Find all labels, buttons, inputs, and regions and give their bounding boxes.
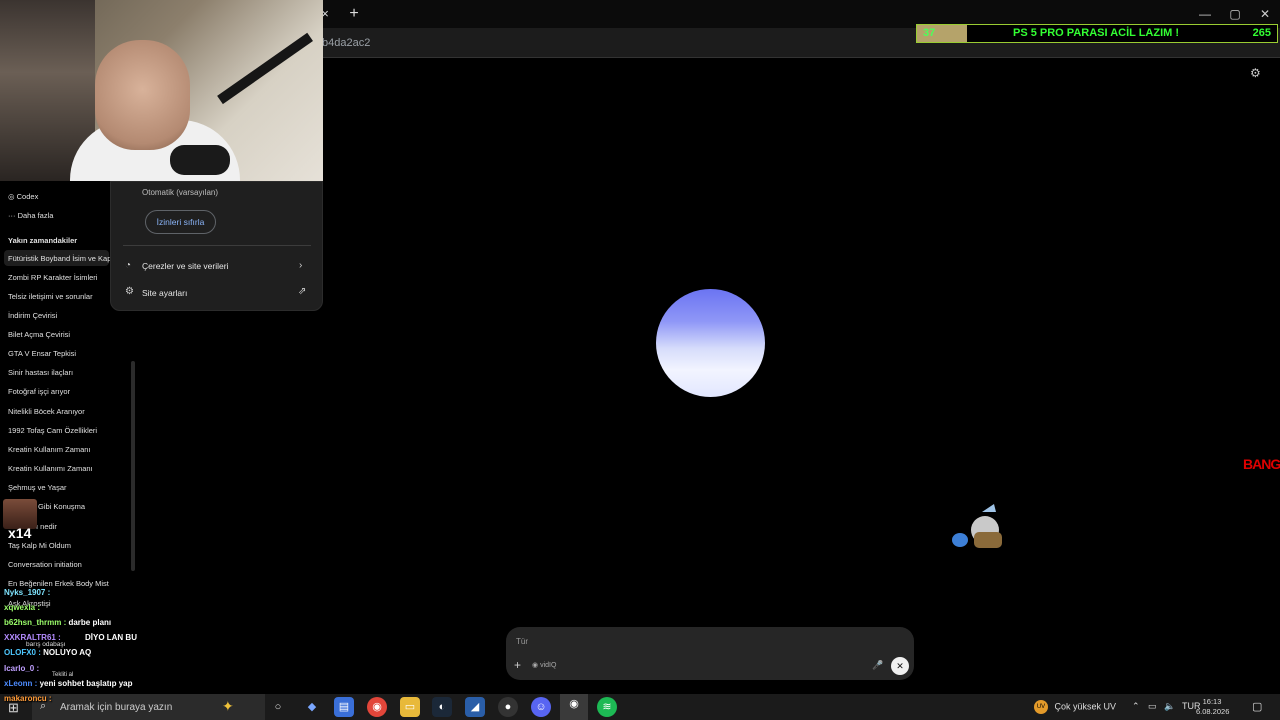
webcam-mic-arm: [217, 32, 313, 105]
recent-item[interactable]: Kreatin Kullanım Zamanı: [8, 445, 91, 454]
recent-item[interactable]: Telsiz iletişimi ve sorunlar: [8, 292, 93, 301]
reset-permissions-button[interactable]: İzinleri sıfırla: [145, 210, 216, 234]
sparkle-icon: ✦: [222, 698, 234, 714]
chrome-active-icon[interactable]: ◉: [560, 694, 588, 720]
recent-item[interactable]: 1992 Tofaş Cam Özellikleri: [8, 426, 97, 435]
cookies-label: Çerezler ve site verileri: [142, 261, 229, 271]
donation-current: 37: [923, 27, 936, 39]
task-view-icon[interactable]: ○: [268, 697, 288, 717]
chat-message: Nyks_1907 :: [4, 588, 51, 597]
app-icon[interactable]: ◆: [302, 697, 322, 717]
stream-chat-overlay: Nyks_1907 : xqwexla : b62hsn_thrmm : dar…: [0, 585, 140, 695]
external-link-icon: ⇗: [298, 286, 307, 297]
clock[interactable]: 16:13 6.08.2026: [1196, 697, 1230, 717]
chat-message: b62hsn_thrmm : darbe planı: [4, 618, 112, 627]
recent-item[interactable]: Nitelikli Böcek Aranıyor: [8, 407, 85, 416]
gear-icon: ⚙: [125, 286, 134, 297]
chat-message: xqwexla :: [4, 603, 41, 612]
recent-heading: Yakın zamandakiler: [8, 236, 78, 245]
add-attachment-button[interactable]: +: [514, 658, 521, 672]
windows-taskbar: ⊞ ⌕ Aramak için buraya yazın ✦ ○ ◆ ▤ ◉ ▭…: [0, 694, 1280, 720]
weather-widget[interactable]: UV Çok yüksek UV: [1034, 700, 1116, 714]
chat-message: makaroncu :: [4, 694, 52, 703]
sidebar-item-codex[interactable]: ◎ Codex: [8, 192, 38, 201]
stop-button[interactable]: ✕: [891, 657, 909, 675]
recent-item[interactable]: Conversation initiation: [8, 560, 82, 569]
taskbar-search-placeholder: Aramak için buraya yazın: [60, 702, 173, 713]
recent-item[interactable]: İndirim Çevirisi: [8, 311, 57, 320]
donation-goal: 265: [1252, 27, 1271, 39]
chat-message: XXKRALTR61 : DİYO LAN BU: [4, 633, 137, 642]
folder-icon[interactable]: ▭: [400, 697, 420, 717]
prompt-input[interactable]: Tür + ◉ vidIQ 🎤 ✕: [506, 627, 914, 680]
spotify-icon[interactable]: ≋: [597, 697, 617, 717]
chat-message: Icarlo_0 :: [4, 664, 40, 673]
more-icon: ···: [8, 211, 18, 220]
recent-item[interactable]: Fotoğraf işçi arıyor: [8, 387, 70, 396]
recent-item[interactable]: Fütüristik Boyband İsim ve Kap: [8, 254, 111, 263]
permission-mode-text: Otomatik (varsayılan): [142, 188, 219, 197]
webcam-person-head: [95, 40, 190, 150]
vidiq-chip[interactable]: ◉ vidIQ: [532, 661, 556, 669]
close-window-button[interactable]: ✕: [1250, 4, 1280, 24]
chat-small-note: barış odabaşı: [26, 641, 66, 648]
network-icon[interactable]: ▭: [1148, 701, 1157, 712]
recent-item[interactable]: Taş Kalp Mi Oldum: [8, 541, 71, 550]
donation-goal-bar: 37 PS 5 PRO PARASI ACİL LAZIM ! 265: [916, 24, 1278, 43]
cookie-icon: ◔: [125, 260, 132, 271]
donation-title: PS 5 PRO PARASI ACİL LAZIM !: [1013, 27, 1180, 39]
recent-item[interactable]: Gibi Konuşma: [38, 502, 85, 511]
recent-item[interactable]: GTA V Ensar Tepkisi: [8, 349, 76, 358]
sidebar-scrollbar[interactable]: [131, 361, 135, 571]
screen: × + — ▢ ✕ b4da2ac2 ⚙ ◎ Codex ··· Daha fa…: [0, 0, 1280, 720]
steam-icon[interactable]: ◐: [432, 697, 452, 717]
sidebar-item-more[interactable]: ··· Daha fazla: [8, 211, 53, 220]
chat-message: xLeonn : yeni sohbet başlatıp yap: [4, 679, 133, 688]
store-icon[interactable]: ▤: [334, 697, 354, 717]
discord-icon[interactable]: ☺: [531, 697, 551, 717]
restore-button[interactable]: ▢: [1220, 4, 1250, 24]
chevron-up-icon[interactable]: ⌃: [1132, 701, 1140, 712]
recent-item[interactable]: Zombi RP Karakter İsimleri: [8, 273, 97, 282]
tune-icon[interactable]: ⚙: [1250, 66, 1261, 80]
clock-time: 16:13: [1202, 697, 1222, 706]
divider: [123, 245, 311, 246]
clock-date: 6.08.2026: [1196, 707, 1230, 716]
webcam-microphone: [170, 145, 230, 175]
url-text[interactable]: b4da2ac2: [322, 37, 370, 49]
assistant-orb: [656, 289, 765, 397]
microphone-icon[interactable]: 🎤: [872, 660, 883, 671]
chrome-icon[interactable]: ◉: [367, 697, 387, 717]
recent-item[interactable]: Bilet Açma Çevirisi: [8, 330, 70, 339]
recent-item[interactable]: Sinir hastası ilaçları: [8, 368, 73, 377]
app-icon[interactable]: ◢: [465, 697, 485, 717]
codex-icon: ◎: [8, 192, 17, 201]
chat-message: OLOFX0 : NOLUYO AQ: [4, 648, 92, 657]
new-tab-button[interactable]: +: [343, 4, 365, 26]
volume-icon[interactable]: 🔈: [1164, 701, 1175, 712]
chat-small-note: Tekliti al: [52, 672, 74, 678]
emote-x14-text: x14: [8, 525, 32, 541]
weather-uv-icon: UV: [1034, 700, 1048, 714]
site-info-popup: Otomatik (varsayılan) İzinleri sıfırla ◔…: [110, 181, 323, 311]
mascot-sprite: [952, 504, 1002, 548]
prompt-placeholder: Tür: [516, 637, 528, 646]
minimize-button[interactable]: —: [1190, 4, 1220, 24]
bang-emote: BANG: [1243, 456, 1280, 472]
recent-item[interactable]: Şehmuş ve Yaşar: [8, 483, 67, 492]
webcam-overlay: [0, 0, 323, 181]
recent-item[interactable]: ı nedir: [36, 522, 57, 531]
obs-icon[interactable]: ●: [498, 697, 518, 717]
taskbar-search[interactable]: ⌕ Aramak için buraya yazın ✦: [32, 694, 265, 720]
site-settings-label: Site ayarları: [142, 288, 188, 298]
recent-item[interactable]: Kreatin Kullanımı Zamanı: [8, 464, 93, 473]
chevron-right-icon: ›: [299, 260, 303, 271]
notification-icon[interactable]: ▢: [1252, 700, 1262, 713]
